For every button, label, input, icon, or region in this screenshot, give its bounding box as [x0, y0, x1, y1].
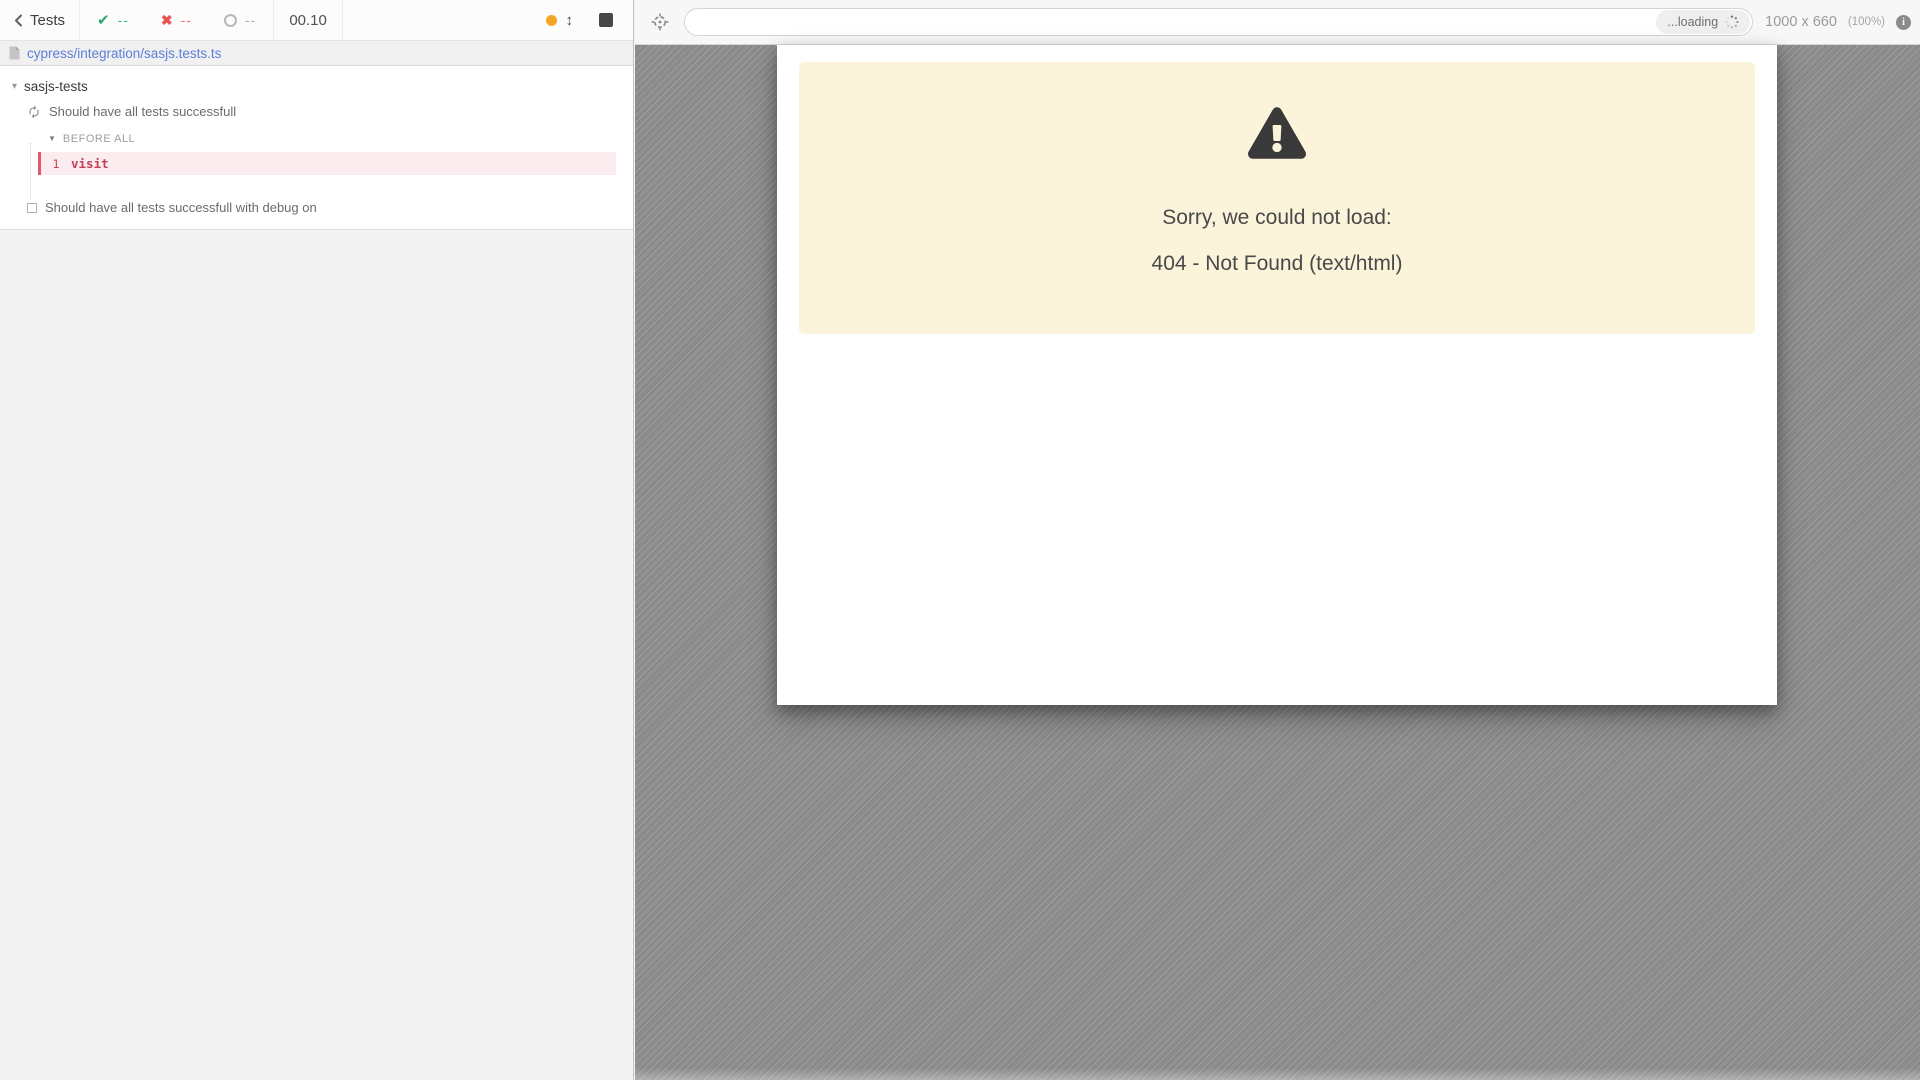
- loading-badge-label: ...loading: [1667, 15, 1718, 29]
- back-to-tests-button[interactable]: Tests: [0, 0, 80, 40]
- viewport-scale: (100%): [1848, 16, 1885, 28]
- load-error-box: Sorry, we could not load: 404 - Not Foun…: [799, 62, 1755, 334]
- stat-failed: ✖ --: [161, 12, 192, 29]
- vertical-resize-icon[interactable]: ↕: [566, 12, 574, 29]
- passed-count: --: [118, 12, 129, 28]
- app-page: Sorry, we could not load: 404 - Not Foun…: [777, 45, 1777, 705]
- info-icon[interactable]: i: [1896, 15, 1911, 30]
- caret-down-icon: ▾: [12, 82, 17, 92]
- viewport-dimensions: 1000 x 660: [1765, 14, 1837, 30]
- reporter-panel: Tests ✔ -- ✖ -- -- 00.10 ↕: [0, 0, 634, 1080]
- reporter-header-controls: ↕: [546, 0, 634, 40]
- crosshair-icon: [651, 13, 669, 31]
- test-row-processing[interactable]: Should have all tests successfull with d…: [0, 200, 633, 215]
- failed-count: --: [181, 12, 192, 28]
- address-bar-input[interactable]: [687, 9, 1656, 35]
- command-row-failed[interactable]: 1 visit: [38, 152, 616, 175]
- back-button-label: Tests: [30, 12, 65, 29]
- test-stats: ✔ -- ✖ -- --: [80, 0, 274, 40]
- aut-viewport-area: Sorry, we could not load: 404 - Not Foun…: [635, 45, 1920, 1080]
- warning-triangle-icon: [1248, 107, 1306, 164]
- auto-scroll-indicator-icon: [546, 15, 557, 26]
- hook-connector-line: [30, 143, 31, 199]
- running-spinner-icon: [27, 105, 41, 119]
- error-message-line2: 404 - Not Found (text/html): [799, 252, 1755, 276]
- suite-row[interactable]: ▾ sasjs-tests: [0, 79, 633, 94]
- check-icon: ✔: [97, 11, 110, 29]
- spec-file-header: cypress/integration/sasjs.tests.ts: [0, 41, 633, 66]
- circle-icon: [224, 14, 237, 27]
- hook-label: BEFORE ALL: [63, 133, 135, 145]
- pending-count: --: [245, 12, 256, 28]
- caret-down-icon: ▼: [48, 135, 56, 143]
- hook-header[interactable]: ▼ BEFORE ALL: [0, 133, 633, 145]
- test-list: ▾ sasjs-tests Should have all tests succ…: [0, 66, 633, 230]
- aut-header: ...loading: [635, 0, 1920, 45]
- stat-passed: ✔ --: [97, 11, 129, 29]
- test-title: Should have all tests successfull: [49, 104, 236, 119]
- duration-value: 00.10: [289, 12, 327, 29]
- stop-button[interactable]: [599, 13, 613, 27]
- test-title: Should have all tests successfull with d…: [45, 200, 317, 215]
- selector-playground-button[interactable]: [647, 9, 673, 35]
- chevron-left-icon: [14, 14, 23, 27]
- spinner-icon: [1725, 15, 1739, 29]
- spec-file-link[interactable]: cypress/integration/sasjs.tests.ts: [27, 46, 221, 61]
- test-row-running[interactable]: Should have all tests successfull: [0, 104, 633, 119]
- error-message-line1: Sorry, we could not load:: [799, 206, 1755, 230]
- duration-timer: 00.10: [274, 0, 343, 40]
- x-icon: ✖: [161, 12, 173, 29]
- processing-box-icon: [27, 203, 37, 213]
- command-number: 1: [41, 157, 71, 171]
- command-name: visit: [71, 156, 109, 171]
- suite-title: sasjs-tests: [24, 79, 88, 94]
- address-bar[interactable]: ...loading: [684, 8, 1753, 36]
- loading-badge: ...loading: [1656, 10, 1750, 34]
- reporter-header: Tests ✔ -- ✖ -- -- 00.10 ↕: [0, 0, 633, 41]
- aut-panel: ...loading: [635, 0, 1920, 1080]
- stat-pending: --: [224, 12, 256, 28]
- file-icon: [9, 46, 20, 60]
